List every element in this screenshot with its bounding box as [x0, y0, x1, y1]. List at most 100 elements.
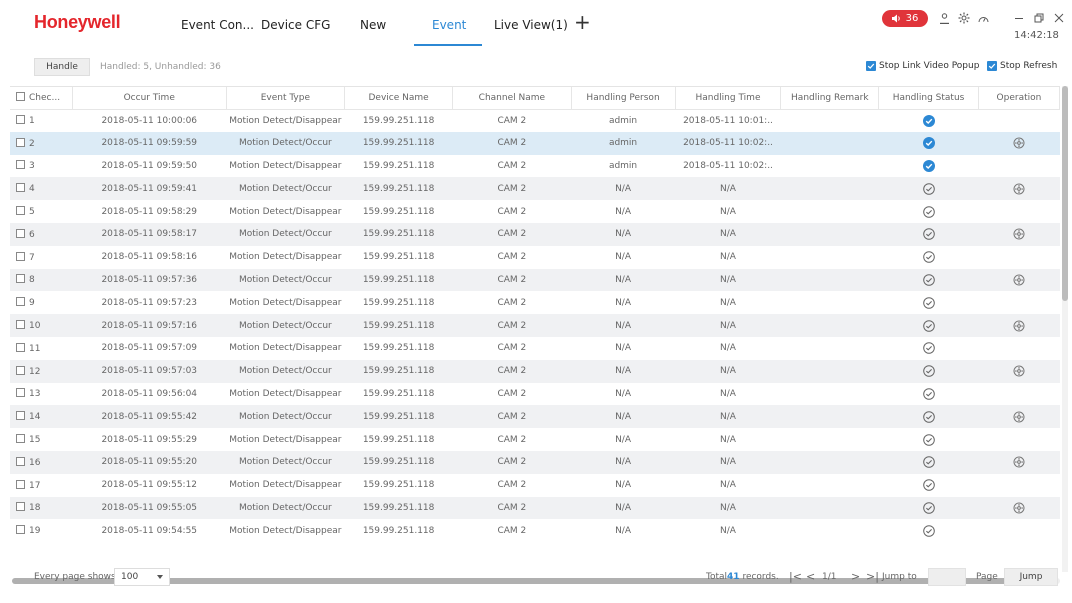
video-playback-icon[interactable]	[1013, 274, 1025, 286]
row-checkbox[interactable]	[16, 228, 25, 238]
row-check-cell[interactable]: 11	[10, 337, 72, 360]
row-check-cell[interactable]: 2	[10, 131, 73, 155]
row-check-cell[interactable]: 16	[10, 450, 73, 474]
table-row[interactable]: 15 2018-05-11 09:55:29 Motion Detect/Disap…	[10, 428, 1060, 451]
vertical-scrollbar[interactable]	[1062, 86, 1068, 572]
row-checkbox[interactable]	[16, 525, 25, 535]
video-playback-icon[interactable]	[1013, 183, 1025, 195]
video-playback-icon[interactable]	[1013, 228, 1025, 240]
table-row[interactable]: 12 2018-05-11 09:57:03 Motion Detect/Occur…	[10, 359, 1060, 383]
restore-icon[interactable]	[1031, 10, 1047, 26]
table-row[interactable]: 13 2018-05-11 09:56:04 Motion Detect/Disap…	[10, 383, 1060, 406]
row-checkbox[interactable]	[16, 388, 25, 398]
row-check-cell[interactable]: 4	[10, 177, 73, 201]
first-page-icon[interactable]: |<	[789, 570, 802, 583]
table-row[interactable]: 4 2018-05-11 09:59:41 Motion Detect/Occur 1…	[10, 177, 1060, 201]
table-row[interactable]: 1 2018-05-11 10:00:06 Motion Detect/Disapp…	[10, 109, 1060, 132]
row-check-cell[interactable]: 9	[10, 291, 72, 314]
column-header-check[interactable]: Chec...	[10, 87, 73, 110]
tab-new[interactable]: New	[360, 18, 386, 32]
stop-link-video-popup-checkbox[interactable]	[866, 61, 876, 71]
operation-cell[interactable]	[978, 222, 1060, 246]
row-checkbox[interactable]	[16, 342, 25, 352]
row-checkbox[interactable]	[16, 411, 25, 421]
row-checkbox[interactable]	[16, 160, 25, 170]
table-row[interactable]: 3 2018-05-11 09:59:50 Motion Detect/Disapp…	[10, 155, 1060, 178]
table-row[interactable]: 9 2018-05-11 09:57:23 Motion Detect/Disapp…	[10, 291, 1060, 314]
last-page-icon[interactable]: >|	[866, 570, 879, 583]
row-check-cell[interactable]: 7	[10, 246, 72, 269]
vertical-scrollbar-thumb[interactable]	[1062, 86, 1068, 301]
next-page-icon[interactable]: >	[851, 570, 860, 583]
column-header-event-type[interactable]: Event Type	[226, 87, 346, 110]
add-tab-icon[interactable]: +	[574, 12, 591, 32]
operation-cell[interactable]	[978, 383, 1059, 406]
row-check-cell[interactable]: 5	[10, 200, 72, 223]
table-row[interactable]: 8 2018-05-11 09:57:36 Motion Detect/Occur 1…	[10, 268, 1060, 292]
column-header-handling-time[interactable]: Handling Time	[675, 87, 782, 110]
table-row[interactable]: 7 2018-05-11 09:58:16 Motion Detect/Disapp…	[10, 246, 1060, 269]
jump-page-input[interactable]	[928, 568, 966, 586]
per-page-select[interactable]: 100	[114, 568, 170, 586]
dashboard-icon[interactable]	[975, 10, 991, 26]
settings-icon[interactable]	[956, 10, 972, 26]
row-checkbox[interactable]	[16, 183, 25, 193]
operation-cell[interactable]	[978, 314, 1060, 337]
column-header-operation[interactable]: Operation	[978, 87, 1060, 110]
operation-cell[interactable]	[978, 359, 1060, 383]
video-playback-icon[interactable]	[1013, 137, 1025, 149]
table-row[interactable]: 19 2018-05-11 09:54:55 Motion Detect/Disap…	[10, 519, 1060, 542]
video-playback-icon[interactable]	[1013, 411, 1025, 423]
row-check-cell[interactable]: 18	[10, 496, 73, 520]
operation-cell[interactable]	[978, 519, 1059, 542]
row-checkbox[interactable]	[16, 115, 25, 125]
handle-button[interactable]: Handle	[34, 58, 90, 76]
minimize-icon[interactable]	[1011, 10, 1027, 26]
row-check-cell[interactable]: 19	[10, 519, 72, 542]
row-check-cell[interactable]: 12	[10, 359, 73, 383]
table-row[interactable]: 2 2018-05-11 09:59:59 Motion Detect/Occur 1…	[10, 131, 1060, 155]
tab-event[interactable]: Event	[432, 18, 466, 32]
operation-cell[interactable]	[978, 337, 1059, 360]
row-checkbox[interactable]	[16, 365, 25, 375]
row-checkbox[interactable]	[16, 456, 25, 466]
table-row[interactable]: 6 2018-05-11 09:58:17 Motion Detect/Occur 1…	[10, 222, 1060, 246]
video-playback-icon[interactable]	[1013, 456, 1025, 468]
stop-refresh-option[interactable]: Stop Refresh	[987, 61, 1057, 71]
table-row[interactable]: 16 2018-05-11 09:55:20 Motion Detect/Occur…	[10, 450, 1060, 474]
column-header-channel-name[interactable]: Channel Name	[452, 87, 572, 110]
row-check-cell[interactable]: 15	[10, 428, 72, 451]
table-row[interactable]: 14 2018-05-11 09:55:42 Motion Detect/Occur…	[10, 405, 1060, 429]
table-row[interactable]: 18 2018-05-11 09:55:05 Motion Detect/Occur…	[10, 496, 1060, 520]
row-checkbox[interactable]	[16, 206, 25, 216]
operation-cell[interactable]	[978, 405, 1060, 429]
row-check-cell[interactable]: 13	[10, 383, 72, 406]
row-checkbox[interactable]	[16, 297, 25, 307]
column-header-handling-person[interactable]: Handling Person	[571, 87, 676, 110]
row-checkbox[interactable]	[16, 320, 25, 330]
operation-cell[interactable]	[978, 268, 1060, 292]
tab-device-cfg[interactable]: Device CFG	[261, 18, 330, 32]
select-all-checkbox[interactable]	[16, 92, 25, 102]
column-header-device-name[interactable]: Device Name	[344, 87, 454, 110]
stop-refresh-checkbox[interactable]	[987, 61, 997, 71]
user-icon[interactable]	[936, 10, 952, 26]
operation-cell[interactable]	[978, 246, 1059, 269]
row-check-cell[interactable]: 17	[10, 474, 72, 497]
stop-link-video-popup-option[interactable]: Stop Link Video Popup	[866, 61, 979, 71]
row-check-cell[interactable]: 3	[10, 155, 72, 178]
alarm-count-badge[interactable]: 36	[882, 10, 928, 27]
row-checkbox[interactable]	[16, 251, 25, 261]
operation-cell[interactable]	[978, 131, 1060, 155]
operation-cell[interactable]	[978, 177, 1060, 201]
table-row[interactable]: 11 2018-05-11 09:57:09 Motion Detect/Disap…	[10, 337, 1060, 360]
table-row[interactable]: 10 2018-05-11 09:57:16 Motion Detect/Occur…	[10, 314, 1060, 337]
column-header-occur-time[interactable]: Occur Time	[72, 87, 227, 110]
operation-cell[interactable]	[978, 155, 1059, 178]
row-check-cell[interactable]: 6	[10, 222, 73, 246]
operation-cell[interactable]	[978, 109, 1059, 132]
row-check-cell[interactable]: 10	[10, 314, 73, 337]
row-check-cell[interactable]: 8	[10, 268, 73, 292]
table-row[interactable]: 5 2018-05-11 09:58:29 Motion Detect/Disapp…	[10, 200, 1060, 223]
operation-cell[interactable]	[978, 450, 1060, 474]
